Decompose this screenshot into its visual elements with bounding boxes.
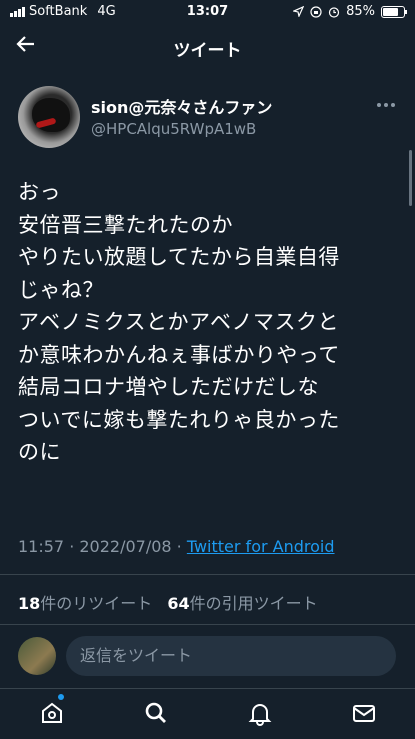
divider	[0, 574, 415, 575]
avatar[interactable]	[18, 86, 80, 148]
battery-percent: 85%	[346, 4, 375, 19]
notifications-icon	[248, 704, 272, 726]
author-handle[interactable]: @HPCAlqu5RWpA1wB	[91, 120, 256, 138]
divider	[0, 624, 415, 625]
tab-home[interactable]	[32, 696, 72, 730]
quotes-stat[interactable]: 64件の引用ツイート	[167, 594, 317, 613]
tweet-stats: 18件のリツイート 64件の引用ツイート	[18, 590, 318, 614]
tab-messages[interactable]	[344, 696, 384, 730]
tweet-text-line: 安倍晋三撃たれたのか	[18, 212, 233, 237]
search-icon	[145, 702, 166, 723]
tweet-text-line: か意味わかんねぇ事ばかりやって	[18, 342, 340, 367]
quote-label: 件の引用ツイート	[189, 594, 318, 613]
tweet-text-line: 結局コロナ増やしただけだしな	[18, 375, 319, 399]
tab-bar	[0, 688, 415, 739]
tweet-text: おっ安倍晋三撃たれたのかやりたい放題してたから自業自得 じゃね？ アベノミクスとかア…	[18, 176, 400, 469]
author-name[interactable]: sion@元奈々さんファン	[91, 94, 272, 118]
retweet-count: 18	[18, 594, 41, 613]
tweet-source-link[interactable]: Twitter for Android	[187, 537, 335, 556]
battery-icon	[381, 5, 407, 18]
retweets-stat[interactable]: 18件のリツイート	[18, 594, 152, 613]
page-title: ツイート	[173, 41, 242, 61]
orientation-lock-icon	[310, 5, 322, 18]
tab-search[interactable]	[136, 696, 176, 730]
tweet-meta: 11:57 · 2022/07/08 · Twitter for Android	[18, 537, 335, 556]
status-bar: SoftBank 4G 13:07 85%	[0, 0, 415, 24]
tweet-timestamp: 11:57 · 2022/07/08 ·	[18, 537, 187, 556]
tweet-author: sion@元奈々さんファン @HPCAlqu5RWpA1wB	[18, 86, 398, 150]
my-avatar[interactable]	[18, 637, 56, 675]
nav-bar: ツイート	[0, 24, 415, 70]
retweet-label: 件のリツイート	[40, 594, 153, 613]
more-options-button[interactable]	[376, 92, 396, 113]
notification-dot	[58, 694, 64, 700]
reply-input[interactable]: 返信をツイート	[66, 636, 396, 676]
more-horizontal-icon	[377, 103, 395, 107]
location-icon	[293, 6, 305, 17]
tweet-text-line: やりたい放題してたから自業自得	[18, 245, 340, 269]
scrollbar[interactable]	[409, 150, 412, 206]
tweet-text-line: ついでに嫁も撃たれりゃ良かった	[18, 407, 340, 432]
quote-count: 64	[167, 594, 190, 613]
tweet-text-line: じゃね？	[18, 277, 104, 302]
tab-notifications[interactable]	[240, 696, 280, 730]
messages-icon	[353, 705, 375, 722]
status-right: 85%	[293, 4, 407, 19]
tweet-text-line: おっ	[18, 180, 61, 204]
tweet-text-line: アベノミクスとかアベノマスクと	[18, 310, 340, 334]
alarm-icon	[328, 6, 340, 18]
tweet-text-line: のに	[18, 440, 61, 464]
reply-bar: 返信をツイート	[0, 632, 415, 688]
home-icon	[42, 702, 62, 723]
